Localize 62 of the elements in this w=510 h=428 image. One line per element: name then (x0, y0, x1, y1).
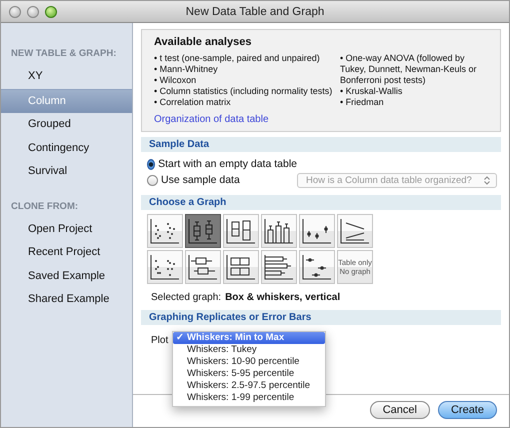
selected-graph-label: Selected graph: (151, 292, 222, 303)
sidebar-item[interactable]: Contingency (1, 136, 132, 160)
section-header: Graphing Replicates or Error Bars (141, 310, 501, 325)
window-title: New Data Table and Graph (186, 6, 324, 18)
selected-graph-value: Box & whiskers, vertical (225, 292, 340, 303)
sidebar-heading: CLONE FROM: (10, 200, 80, 214)
sidebar-heading: NEW TABLE & GRAPH: (10, 47, 118, 61)
menu-item[interactable]: Whiskers: 1-99 percentile (173, 392, 325, 404)
plot-label: Plot (151, 335, 168, 346)
sidebar-item[interactable]: Survival (1, 160, 132, 184)
horizontal-chart-icon (188, 254, 218, 280)
section-header: Sample Data (141, 137, 501, 152)
graph-option[interactable] (185, 250, 221, 284)
sidebar-item[interactable]: Recent Project (1, 241, 132, 264)
section-header: Choose a Graph (141, 195, 501, 210)
analysis-list-item: • Mann-Whitney (154, 64, 219, 75)
cancel-button[interactable]: Cancel (370, 401, 430, 419)
graph-option[interactable] (147, 214, 183, 248)
graph-option[interactable] (147, 250, 183, 284)
chart-icon (226, 218, 256, 244)
chart-icon (340, 218, 370, 244)
analysis-list-item: • Column statistics (including normality tests) (154, 86, 334, 97)
analysis-list-item: • t test (one-sample, paired and unpaired) (154, 53, 321, 64)
sidebar-item[interactable]: Grouped (1, 113, 132, 136)
radio-option[interactable]: Use sample data (147, 174, 297, 186)
zoom-button[interactable] (45, 6, 57, 18)
menu-item[interactable]: Whiskers: Tukey (173, 344, 325, 356)
menu-item[interactable]: ✓ Whiskers: Min to Max (173, 332, 325, 344)
menu-item[interactable]: Whiskers: 2.5-97.5 percentile (173, 380, 325, 392)
graph-option[interactable] (261, 250, 297, 284)
stepper-arrows-icon (484, 176, 490, 184)
panel-title: Available analyses (154, 36, 252, 48)
menu-item[interactable]: Whiskers: 10-90 percentile (173, 356, 325, 368)
minimize-button[interactable] (27, 6, 39, 18)
sidebar-item[interactable]: Saved Example (1, 264, 132, 288)
analysis-list-item: • One-way ANOVA (followed by Tukey, Dunnett, Newman-Keuls or Bonferroni post tests) (340, 53, 478, 86)
graph-option[interactable] (261, 214, 297, 248)
analysis-list-item: • Correlation matrix (154, 97, 232, 108)
graph-option[interactable] (337, 214, 373, 248)
sidebar-item[interactable]: Open Project (1, 218, 132, 241)
sidebar-item[interactable]: Shared Example (1, 288, 132, 312)
graph-option[interactable] (223, 250, 259, 284)
chart-icon (302, 218, 332, 244)
analysis-list-item: • Friedman (340, 97, 385, 108)
chart-icon (188, 218, 218, 244)
chart-icon (264, 218, 294, 244)
graph-option[interactable] (299, 250, 335, 284)
chart-icon (150, 254, 180, 280)
close-button[interactable] (9, 6, 21, 18)
menu-item[interactable]: Whiskers: 5-95 percentile (173, 368, 325, 380)
organization-link[interactable]: Organization of data table (154, 114, 269, 125)
create-button[interactable]: Create (438, 401, 497, 419)
sidebar-item[interactable]: XY (1, 65, 132, 88)
horizontal-chart-icon (226, 254, 256, 280)
radio-option[interactable]: Start with an empty data table (147, 158, 297, 170)
analysis-list-item: • Kruskal-Wallis (340, 86, 404, 97)
chart-icon (150, 218, 180, 244)
graph-option[interactable] (223, 214, 259, 248)
graph-option[interactable] (299, 214, 335, 248)
analysis-list-item: • Wilcoxon (154, 75, 198, 86)
horizontal-chart-icon (302, 254, 332, 280)
horizontal-chart-icon (264, 254, 294, 280)
